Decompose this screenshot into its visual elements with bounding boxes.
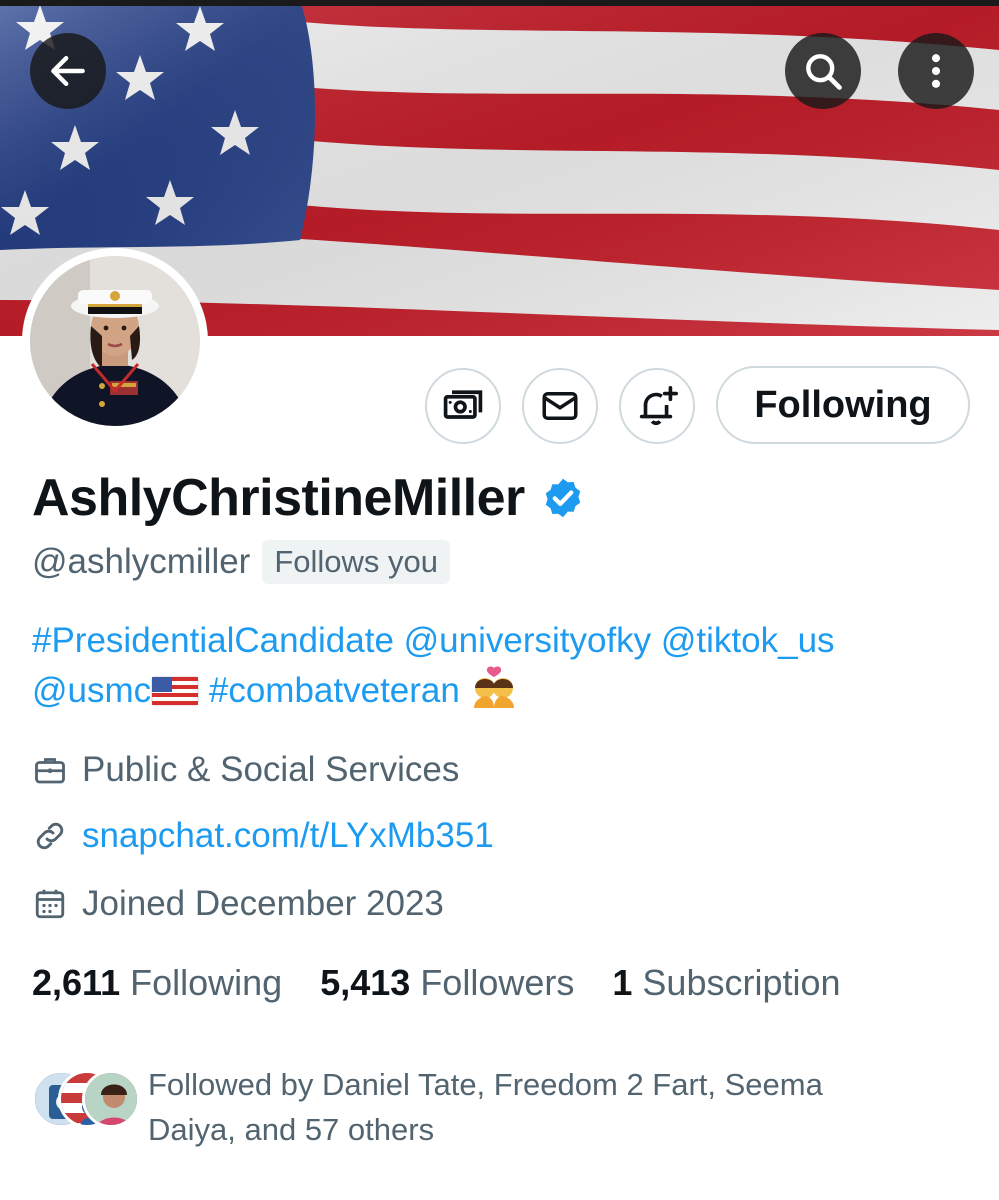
verified-badge-icon[interactable] [541,476,585,520]
subscriptions-count[interactable]: 1 Subscription [612,962,840,1004]
joined-date: Joined December 2023 [82,884,444,923]
calendar-icon [35,889,65,919]
mutual-avatar [82,1070,140,1128]
stat-number: 5,413 [320,962,411,1003]
stat-number: 1 [612,962,633,1003]
bio-line-1[interactable]: #PresidentialCandidate @universityofky @… [32,616,972,666]
couple-with-heart-emoji-icon [473,666,514,708]
bell-plus-icon [639,385,678,425]
profile-avatar[interactable] [22,248,208,434]
profile-joined: Joined December 2023 [32,884,444,924]
website-link[interactable]: snapchat.com/t/LYxMb351 [82,816,494,856]
stat-label: Following [130,962,283,1003]
stat-number: 2,611 [32,962,121,1003]
more-options-button[interactable] [898,33,974,109]
profile-stats: 2,611 Following 5,413 Followers 1 Subscr… [32,962,879,1004]
handle-row: @ashlycmiller Follows you [32,540,451,584]
follows-you-badge: Follows you [262,540,451,584]
profile-bio: #PresidentialCandidate @universityofky @… [32,616,972,716]
followers-count[interactable]: 5,413 Followers [320,962,574,1004]
mention-usmc[interactable]: @usmc [32,671,151,710]
followers-you-know[interactable]: Followed by Daniel Tate, Freedom 2 Fart,… [32,1062,908,1152]
link-icon [36,822,64,850]
money-icon [443,390,483,419]
category-label: Public & Social Services [82,750,460,789]
mutual-avatars [32,1070,142,1140]
us-flag-emoji-icon [151,676,199,706]
stat-label: Followers [420,962,575,1003]
following-count[interactable]: 2,611 Following [32,962,282,1004]
user-handle: @ashlycmiller [32,542,251,581]
profile-link: snapchat.com/t/LYxMb351 [32,816,494,856]
profile-name-row: AshlyChristineMiller [32,468,585,528]
hashtag-combatveteran[interactable]: #combatveteran [199,671,469,710]
search-button[interactable] [785,33,861,109]
avatar-image [30,256,200,426]
tip-button[interactable] [425,368,501,444]
following-button[interactable]: Following [716,366,970,444]
search-icon [806,54,842,90]
back-button[interactable] [30,33,106,109]
stat-label: Subscription [642,962,841,1003]
followed-by-text: Followed by Daniel Tate, Freedom 2 Fart,… [148,1067,823,1147]
briefcase-icon [35,758,65,784]
more-vertical-icon [931,54,941,88]
notifications-button[interactable] [619,368,695,444]
profile-category: Public & Social Services [32,750,459,790]
bio-line-2: @usmc #combatveteran [32,666,972,716]
arrow-left-icon [51,55,85,87]
envelope-icon [542,392,578,420]
display-name: AshlyChristineMiller [32,469,525,527]
message-button[interactable] [522,368,598,444]
